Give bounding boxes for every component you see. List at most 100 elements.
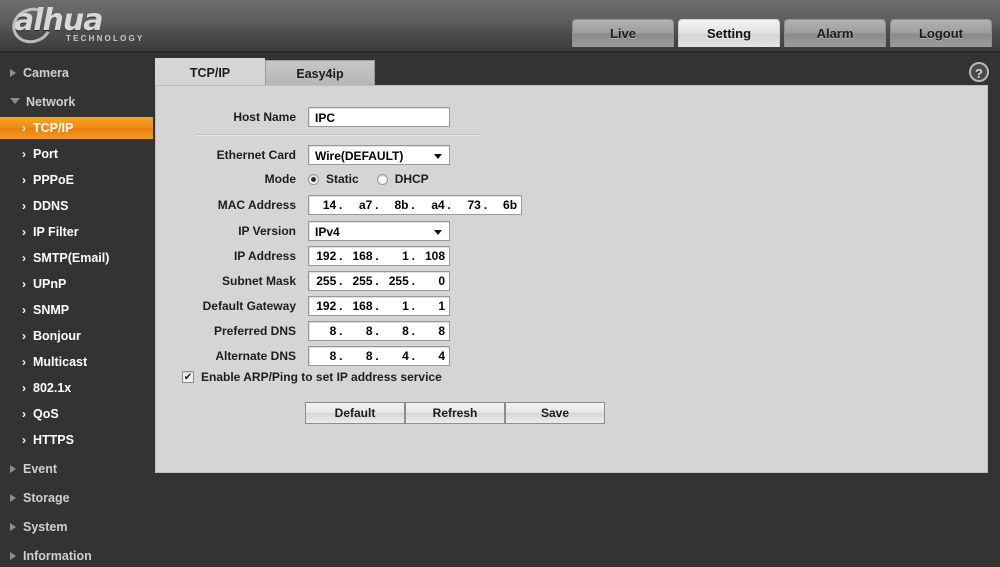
alternate-dns-octet-1[interactable]: 8 [309, 349, 337, 363]
mac-address-octet-4[interactable]: a4 [418, 198, 444, 212]
sidebar-item-ddns[interactable]: › DDNS [0, 195, 153, 217]
topnav-logout-button[interactable]: Logout [890, 19, 992, 47]
ip-address-octet-4[interactable]: 108 [418, 249, 445, 263]
sidebar-item-802-1x[interactable]: › 802.1x [0, 377, 153, 399]
sidebar-item-tcp-ip[interactable]: › TCP/IP [0, 117, 153, 139]
mode-radio-dhcp[interactable] [376, 173, 388, 185]
sidebar-item-camera[interactable]: Camera [0, 61, 153, 84]
mac-address-octet-2[interactable]: a7 [345, 198, 372, 212]
ip-address-label: IP Address [233, 249, 296, 263]
refresh-button[interactable]: Refresh [405, 402, 505, 424]
ip-address-input[interactable]: 192. 168. 1. 108 [308, 246, 450, 266]
alternate-dns-input[interactable]: 8.8.4.4 [308, 346, 450, 366]
mac-address-octet-3[interactable]: 8b [381, 198, 409, 212]
tab-easy4ip[interactable]: Easy4ip [265, 60, 375, 86]
topnav-setting-button[interactable]: Setting [678, 19, 780, 47]
subnet-mask-octet-2[interactable]: 255 [345, 274, 372, 288]
save-button[interactable]: Save [505, 402, 605, 424]
alternate-dns-label: Alternate DNS [215, 349, 296, 363]
dahua-logo: alhua TECHNOLOGY [7, 2, 270, 49]
alternate-dns-octet-4[interactable]: 4 [418, 349, 445, 363]
sidebar-item-label: 802.1x [33, 381, 72, 395]
alternate-dns-octet-2[interactable]: 8 [345, 349, 373, 363]
sidebar-item-pppoe[interactable]: › PPPoE [0, 169, 153, 191]
sidebar-item-label: HTTPS [33, 433, 74, 447]
preferred-dns-octet-4[interactable]: 8 [418, 324, 445, 338]
tab-tcp-ip[interactable]: TCP/IP [155, 58, 265, 86]
mode-radio-static[interactable] [308, 173, 319, 185]
ip-address-octet-2[interactable]: 168 [345, 249, 372, 263]
subnet-mask-separator: . [411, 274, 415, 288]
subnet-mask-octet-1[interactable]: 255 [309, 274, 336, 288]
ethernet-card-label: Ethernet Card [216, 148, 296, 162]
host-name-divider [196, 134, 481, 136]
default-gateway-label: Default Gateway [202, 299, 296, 313]
default-gateway-separator: . [339, 299, 343, 313]
help-icon[interactable]: ? [969, 62, 989, 82]
sidebar-item-multicast[interactable]: › Multicast [0, 351, 153, 373]
ip-address-octet-1[interactable]: 192 [309, 249, 336, 263]
chevron-right-icon: › [22, 407, 26, 421]
mac-address-octet-1[interactable]: 14 [309, 198, 336, 212]
field-alternate-dns: Alternate DNS 8.8.4.4 [181, 345, 450, 367]
mac-address-separator: . [375, 198, 379, 212]
default-button[interactable]: Default [305, 402, 405, 424]
mac-address-input[interactable]: 14. a7. 8b. a4. 73. 6b [308, 195, 522, 215]
top-navigation: Live Setting Alarm Logout [572, 19, 992, 47]
chevron-right-icon: › [22, 381, 26, 395]
sidebar-item-label: SNMP [33, 303, 70, 317]
default-gateway-octet-2[interactable]: 168 [345, 299, 372, 313]
preferred-dns-octet-2[interactable]: 8 [345, 324, 373, 338]
sidebar-item-ip-filter[interactable]: › IP Filter [0, 221, 153, 243]
sidebar-item-information[interactable]: Information [0, 544, 153, 567]
sidebar-item-https[interactable]: › HTTPS [0, 429, 153, 451]
default-gateway-input[interactable]: 192. 168. 1. 1 [308, 296, 450, 316]
default-gateway-octet-1[interactable]: 192 [309, 299, 336, 313]
chevron-right-icon: › [22, 303, 26, 317]
field-mac-address: MAC Address 14. a7. 8b. a4. 73. 6b [181, 194, 522, 216]
subnet-mask-octet-3[interactable]: 255 [382, 274, 409, 288]
topnav-live-button[interactable]: Live [572, 19, 674, 47]
default-gateway-octet-3[interactable]: 1 [382, 299, 409, 313]
ip-address-octet-3[interactable]: 1 [382, 249, 409, 263]
sidebar-item-label: System [23, 519, 68, 534]
chevron-right-icon: › [22, 355, 26, 369]
mode-radio-label-static[interactable]: Static [326, 172, 359, 186]
sidebar-item-bonjour[interactable]: › Bonjour [0, 325, 153, 347]
arp-ping-checkbox[interactable]: ✔ [182, 371, 194, 383]
default-gateway-octet-4[interactable]: 1 [418, 299, 445, 313]
sidebar-item-label: Event [23, 461, 58, 476]
ethernet-card-select[interactable]: Wire(DEFAULT) [308, 145, 450, 165]
host-name-input[interactable]: IPC [308, 107, 450, 127]
preferred-dns-input[interactable]: 8.8.8.8 [308, 321, 450, 341]
sidebar-item-port[interactable]: › Port [0, 143, 153, 165]
sidebar-item-qos[interactable]: › QoS [0, 403, 153, 425]
ip-address-separator: . [339, 249, 343, 263]
sidebar-item-smtp-email[interactable]: › SMTP(Email) [0, 247, 153, 269]
sidebar-item-event[interactable]: Event [0, 457, 153, 480]
preferred-dns-octet-3[interactable]: 8 [382, 324, 409, 338]
subnet-mask-separator: . [339, 274, 343, 288]
chevron-right-icon: › [22, 147, 26, 161]
preferred-dns-octet-1[interactable]: 8 [309, 324, 337, 338]
mac-address-octet-6[interactable]: 6b [490, 198, 517, 212]
alternate-dns-octet-3[interactable]: 4 [382, 349, 409, 363]
sidebar-item-upnp[interactable]: › UPnP [0, 273, 153, 295]
chevron-right-icon: › [22, 199, 26, 213]
sidebar-item-network[interactable]: Network [0, 90, 153, 113]
sidebar-item-label: Port [33, 147, 58, 161]
subnet-mask-octet-4[interactable]: 0 [418, 274, 445, 288]
sidebar-item-storage[interactable]: Storage [0, 486, 153, 509]
sidebar-item-system[interactable]: System [0, 515, 153, 538]
topnav-alarm-button[interactable]: Alarm [784, 19, 886, 47]
mac-address-octet-5[interactable]: 73 [454, 198, 481, 212]
sidebar-item-label: Multicast [33, 355, 88, 369]
sidebar-item-snmp[interactable]: › SNMP [0, 299, 153, 321]
app-header: alhua TECHNOLOGY Live Setting Alarm Logout [0, 0, 1000, 53]
triangle-right-icon [10, 464, 16, 473]
ip-version-select[interactable]: IPv4 [308, 221, 450, 241]
subnet-mask-input[interactable]: 255. 255. 255. 0 [308, 271, 450, 291]
chevron-right-icon: › [22, 225, 26, 239]
mode-radio-label-dhcp[interactable]: DHCP [395, 172, 429, 186]
field-ethernet-card: Ethernet Card Wire(DEFAULT) [181, 144, 450, 166]
